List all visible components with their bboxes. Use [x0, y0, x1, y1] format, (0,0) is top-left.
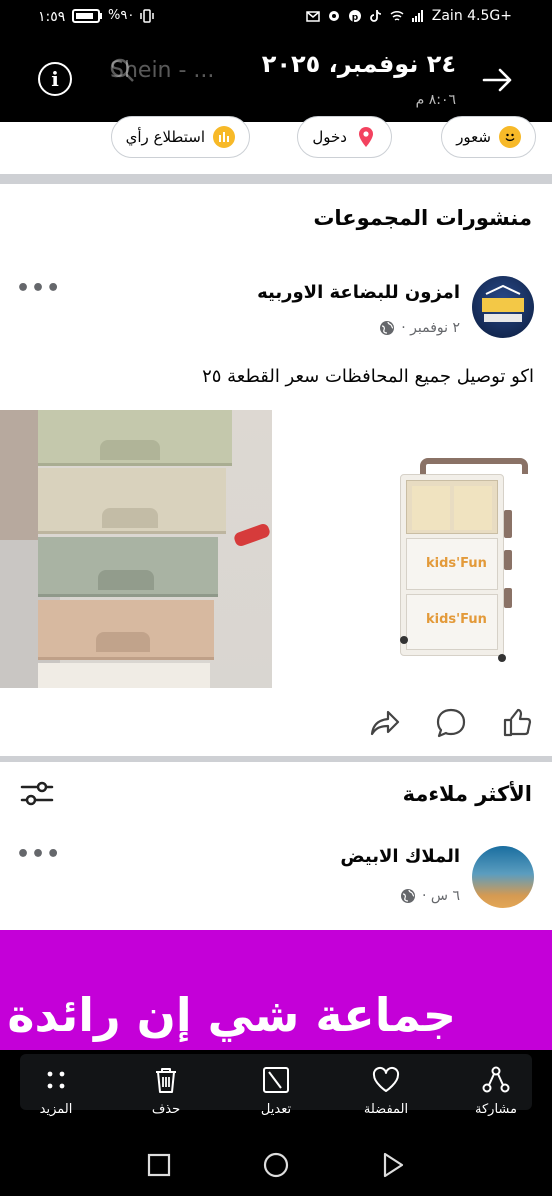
back-triangle-icon[interactable] [380, 1152, 406, 1178]
svg-text:p: p [352, 13, 359, 23]
product-label: kids'Fun [426, 612, 487, 627]
post-more-icon[interactable]: ••• [16, 842, 61, 867]
chip-label: استطلاع رأي [125, 128, 205, 146]
globe-icon [401, 889, 416, 903]
like-icon[interactable] [500, 706, 534, 740]
post-meta: ٢ نوفمبر · [379, 320, 460, 336]
tool-label: المزيد [39, 1102, 73, 1117]
tool-label: تعديل [260, 1102, 292, 1117]
signal-icon [411, 10, 423, 22]
status-left-icons: %٩٠ [72, 8, 155, 23]
info-icon[interactable]: i [38, 62, 72, 96]
more-button[interactable]: المزيد [16, 1064, 96, 1117]
post-meta: ٦ س · [400, 888, 460, 904]
share-icon [482, 1066, 510, 1093]
delete-button[interactable]: حذف [126, 1064, 206, 1117]
post-time: ٢ نوفمبر · [401, 320, 460, 336]
groups-section-title: منشورات المجموعات [313, 206, 532, 230]
more-dots-icon [47, 1071, 65, 1089]
favorite-button[interactable]: المفضلة [346, 1064, 426, 1117]
purple-banner-post[interactable]: جماعة شي إن رائدة [0, 930, 552, 1050]
comment-icon[interactable] [434, 706, 468, 740]
status-time: ١:٥٩ [38, 9, 66, 25]
home-circle-icon[interactable] [263, 1152, 289, 1178]
arrow-right-icon[interactable] [480, 62, 516, 98]
tool-label: المفضلة [363, 1102, 409, 1117]
system-nav-bar [0, 1130, 552, 1196]
settings-gear-icon [328, 11, 339, 21]
soda-can [232, 522, 272, 548]
avatar[interactable] [472, 846, 534, 908]
gallery-top-bar: Shein - ... i ٢٤ نوفمبر، ٢٠٢٥ ٨:٠٦ م [0, 36, 552, 122]
chip-label: دخول [312, 128, 347, 146]
location-pin-icon [355, 126, 377, 148]
composer-chips: شعور دخول استطلاع رأي [0, 116, 552, 174]
share-arrow-icon[interactable] [368, 706, 402, 740]
drawer-white [38, 663, 210, 688]
post-author[interactable]: الملاك الابيض [340, 846, 460, 867]
smile-icon [499, 126, 521, 148]
edit-button[interactable]: تعديل [236, 1064, 316, 1117]
chip-poll[interactable]: استطلاع رأي [110, 116, 250, 158]
heart-icon [372, 1066, 400, 1092]
avatar[interactable] [472, 276, 534, 338]
cabinet-photo[interactable]: kids'Fun kids'Fun [274, 410, 552, 688]
battery-percent: %٩٠ [108, 8, 135, 23]
drawers-photo[interactable] [0, 410, 272, 688]
pinterest-icon: p [348, 10, 361, 23]
tiktok-icon [369, 10, 381, 22]
status-right-icons: p Zain 4.5G+ [306, 8, 512, 24]
background-title: Shein - ... [110, 58, 215, 83]
filter-sliders-icon[interactable] [20, 780, 54, 808]
wifi-icon [390, 10, 404, 21]
gallery-bottom-toolbar: المزيد حذف تعديل المفضلة مشاركة [0, 1050, 552, 1130]
banner-text: جماعة شي إن رائدة [7, 988, 456, 1042]
photo-time: ٨:٠٦ م [415, 92, 456, 108]
trash-icon [156, 1068, 176, 1093]
relevant-section-title: الأكثر ملاءمة [402, 782, 532, 806]
carrier-label: Zain 4.5G+ [431, 8, 512, 24]
section-divider [0, 756, 552, 762]
chip-label: شعور [456, 128, 491, 146]
post-images[interactable]: kids'Fun kids'Fun [0, 410, 552, 688]
share-button[interactable]: مشاركة [456, 1064, 536, 1117]
battery-icon [72, 8, 100, 23]
post-text: اكو توصيل جميع المحافظات سعر القطعة ٢٥ [202, 366, 534, 387]
product-label: kids'Fun [426, 556, 487, 571]
chip-checkin[interactable]: دخول [297, 116, 392, 158]
poll-icon [213, 126, 235, 148]
photo-date: ٢٤ نوفمبر، ٢٠٢٥ [261, 50, 456, 78]
tool-label: حذف [151, 1102, 181, 1117]
gmail-icon [306, 11, 320, 22]
section-divider [0, 174, 552, 184]
post-actions [0, 696, 552, 752]
edit-icon [263, 1067, 289, 1093]
amazon-logo-icon [482, 284, 524, 322]
tool-label: مشاركة [475, 1102, 517, 1117]
globe-icon [380, 321, 395, 335]
status-bar: ١:٥٩ %٩٠ p Zain 4.5G+ [0, 0, 552, 36]
recents-square-icon[interactable] [146, 1152, 172, 1178]
post-more-icon[interactable]: ••• [16, 276, 61, 301]
post-time: ٦ س · [422, 888, 460, 904]
chip-feeling[interactable]: شعور [441, 116, 536, 158]
post-author[interactable]: امزون للبضاعة الاوربيه [257, 282, 460, 303]
vibrate-icon [140, 8, 155, 23]
